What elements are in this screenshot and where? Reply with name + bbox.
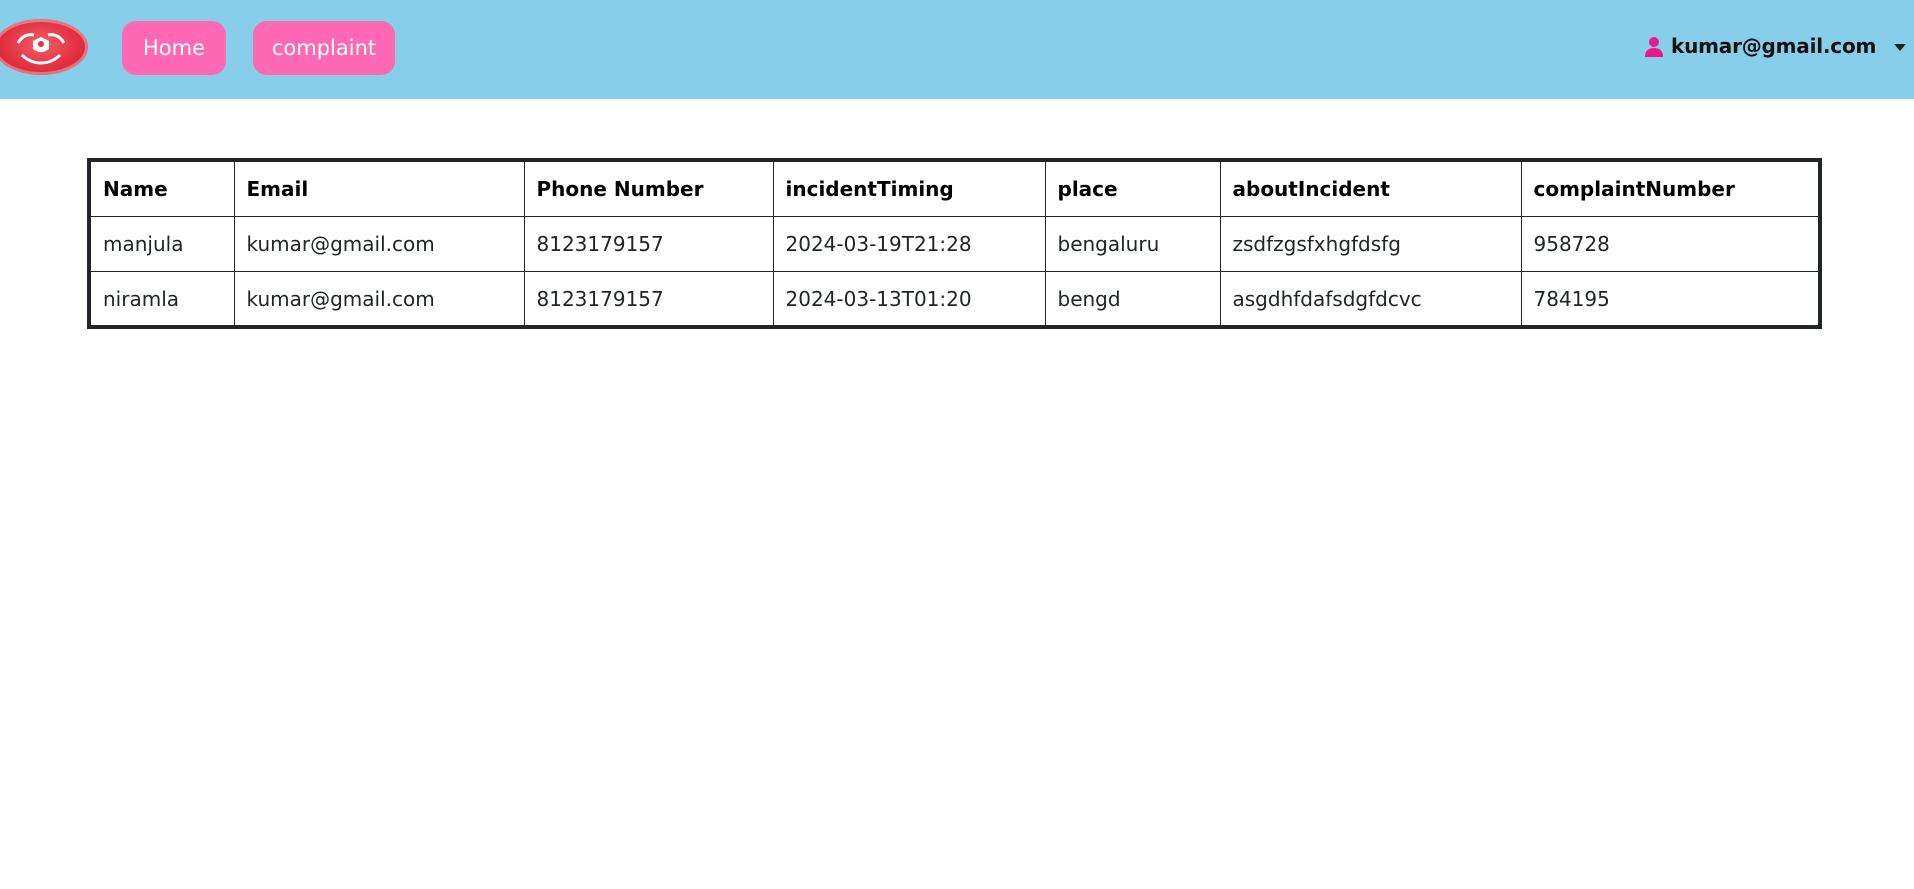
logo[interactable] [0, 19, 88, 75]
cell-place: bengd [1044, 271, 1221, 326]
cell-name: manjula [91, 216, 235, 272]
column-header-about-incident: aboutIncident [1219, 162, 1522, 217]
table-header-row: Name Email Phone Number incidentTiming p… [91, 162, 1818, 217]
shield-hands-logo-icon [16, 33, 66, 65]
cell-about-incident: zsdfzgsfxhgfdsfg [1219, 216, 1522, 272]
column-header-complaint-number: complaintNumber [1520, 162, 1818, 217]
cell-complaint-number: 958728 [1520, 216, 1818, 272]
cell-complaint-number: 784195 [1520, 271, 1818, 326]
column-header-incident-timing: incidentTiming [772, 162, 1046, 217]
home-button[interactable]: Home [122, 21, 226, 75]
cell-email: kumar@gmail.com [233, 271, 525, 326]
table-row: manjula kumar@gmail.com 8123179157 2024-… [91, 216, 1818, 272]
navbar: Home complaint kumar@gmail.com [0, 0, 1914, 99]
column-header-name: Name [91, 162, 235, 217]
complaint-button[interactable]: complaint [253, 21, 395, 75]
column-header-email: Email [233, 162, 525, 217]
user-email: kumar@gmail.com [1671, 34, 1877, 58]
user-icon [1645, 37, 1663, 57]
column-header-phone: Phone Number [523, 162, 774, 217]
user-menu-dropdown[interactable]: kumar@gmail.com [1644, 22, 1914, 74]
cell-about-incident: asgdhfdafsdgfdcvc [1219, 271, 1522, 326]
cell-phone: 8123179157 [523, 216, 774, 272]
column-header-place: place [1044, 162, 1221, 217]
cell-phone: 8123179157 [523, 271, 774, 326]
chevron-down-icon [1894, 44, 1906, 51]
cell-name: niramla [91, 271, 235, 326]
cell-email: kumar@gmail.com [233, 216, 525, 272]
cell-place: bengaluru [1044, 216, 1221, 272]
cell-incident-timing: 2024-03-13T01:20 [772, 271, 1046, 326]
complaints-table-container: Name Email Phone Number incidentTiming p… [87, 158, 1822, 329]
table-row: niramla kumar@gmail.com 8123179157 2024-… [91, 271, 1818, 326]
cell-incident-timing: 2024-03-19T21:28 [772, 216, 1046, 272]
complaints-table: Name Email Phone Number incidentTiming p… [91, 162, 1818, 326]
